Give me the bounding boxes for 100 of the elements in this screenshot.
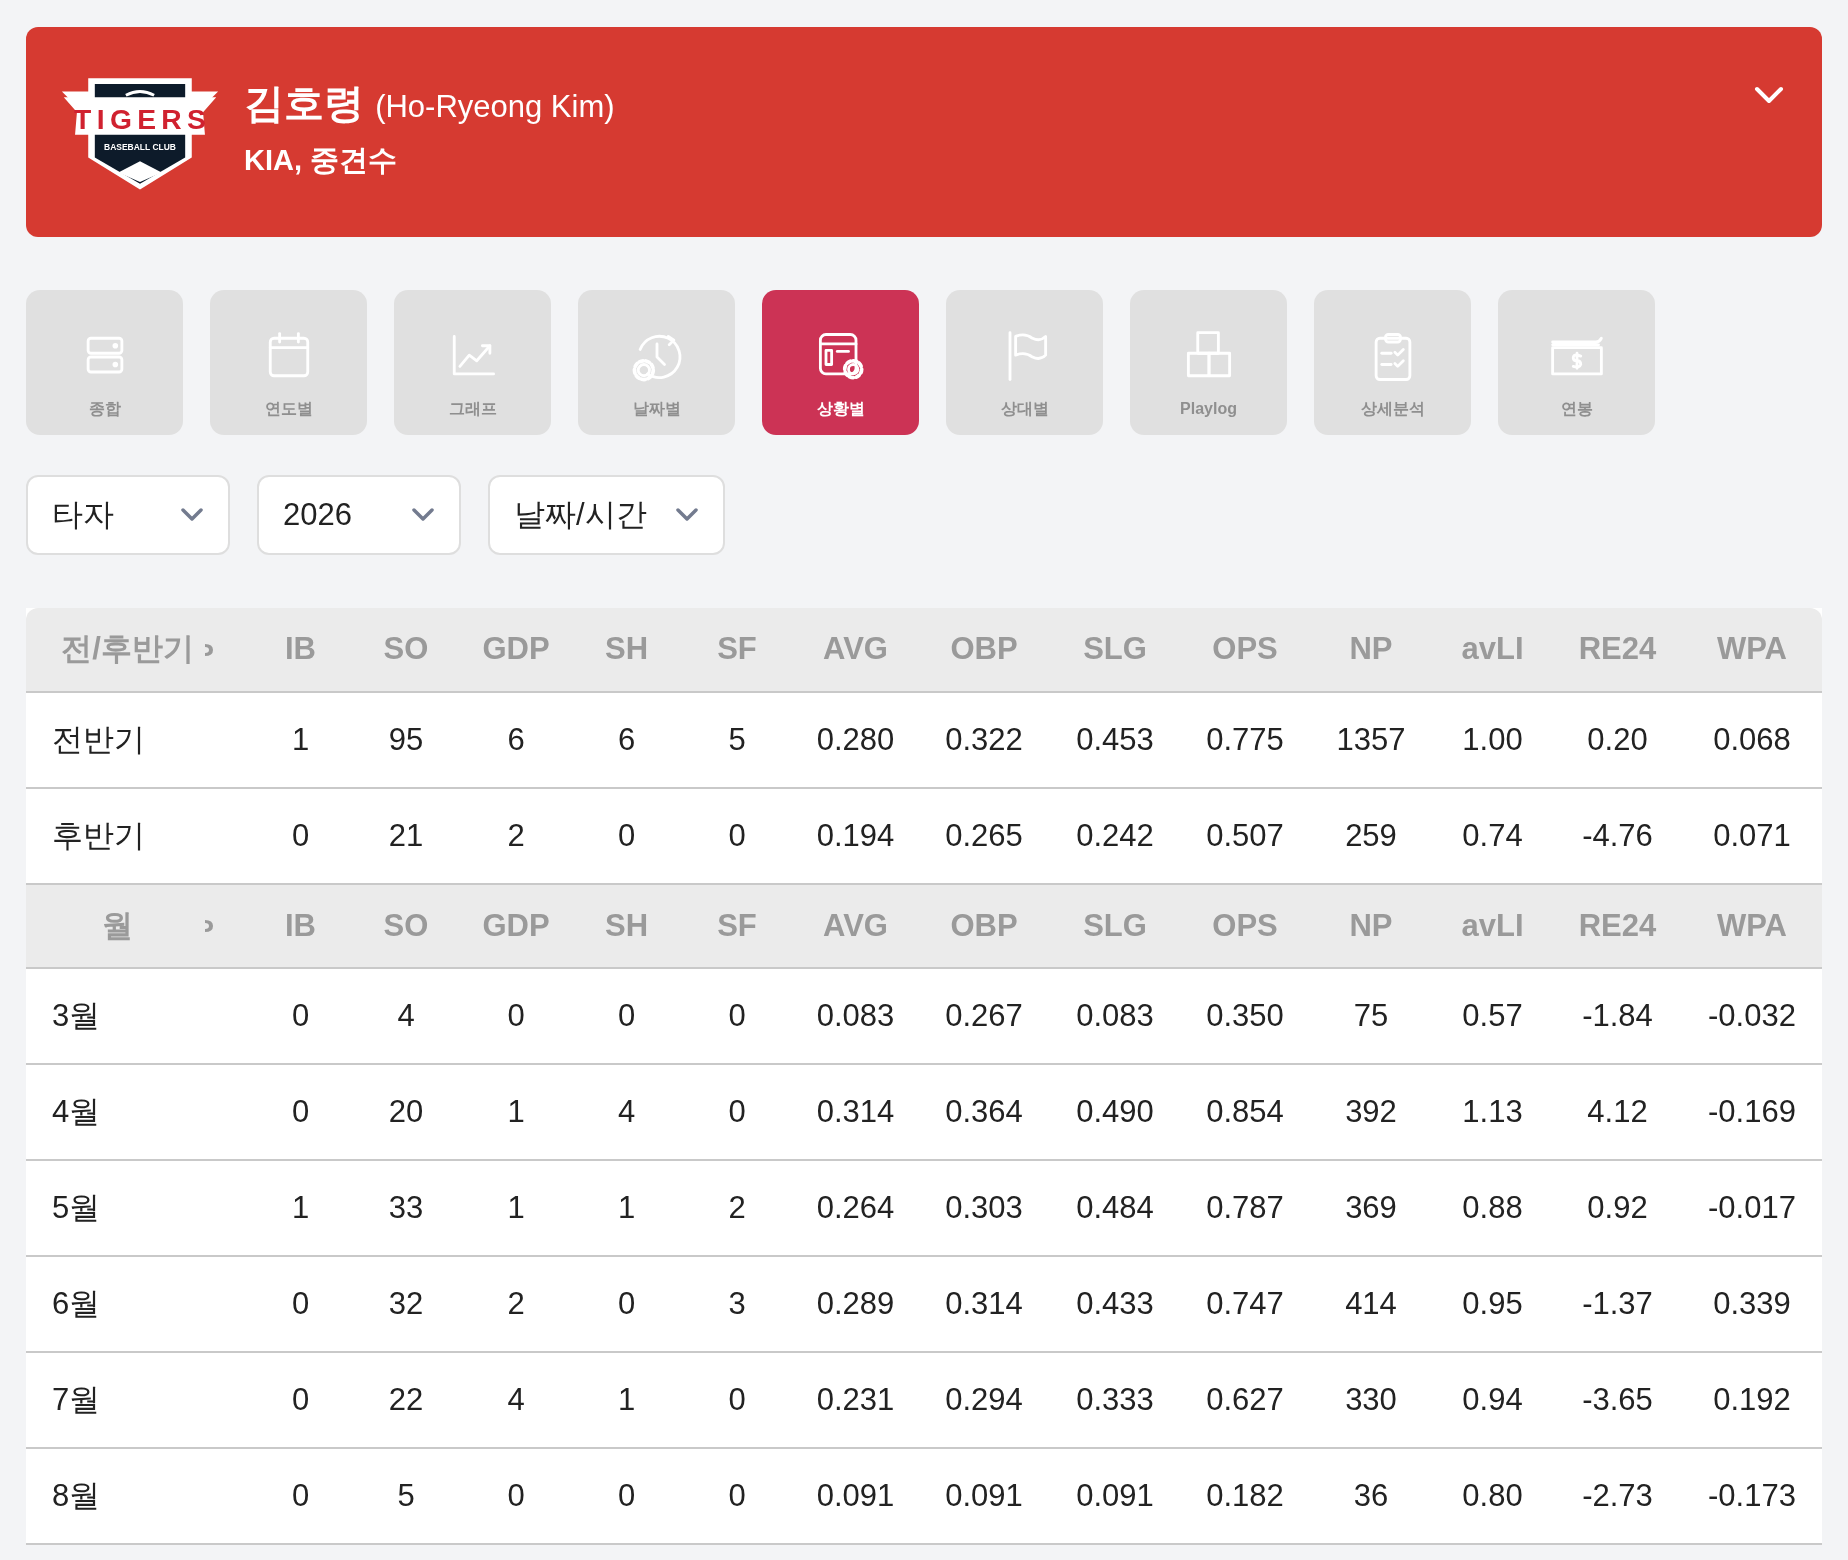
table-cell: 0: [572, 1448, 681, 1544]
stats-tab[interactable]: 상황별: [762, 290, 919, 435]
table-cell: 0.068: [1682, 692, 1822, 788]
table-cell: -3.65: [1553, 1352, 1682, 1448]
table-cell: 0.433: [1050, 1256, 1180, 1352]
stats-tab[interactable]: 연봉: [1498, 290, 1655, 435]
table-cell: 6: [572, 692, 681, 788]
column-header: WPA: [1682, 608, 1822, 692]
table-cell: 0.94: [1432, 1352, 1553, 1448]
table-cell: 36: [1310, 1448, 1432, 1544]
filter-dropdown[interactable]: 2026: [257, 475, 461, 555]
table-cell: 1: [460, 1064, 572, 1160]
table-cell: 5: [681, 692, 793, 788]
table-cell: 4: [352, 968, 460, 1064]
table-cell: 2: [681, 1160, 793, 1256]
column-header: SF: [681, 608, 793, 692]
table-cell: 0.231: [793, 1352, 918, 1448]
table-cell: 4: [572, 1064, 681, 1160]
stats-tab[interactable]: 연도별: [210, 290, 367, 435]
stats-tab[interactable]: Playlog: [1130, 290, 1287, 435]
column-header: avLI: [1432, 884, 1553, 968]
table-cell: 0.322: [918, 692, 1050, 788]
table-cell: 0.333: [1050, 1352, 1180, 1448]
chevron-down-icon: [411, 507, 435, 523]
column-header: OPS: [1180, 884, 1310, 968]
table-cell: 0.192: [1682, 1352, 1822, 1448]
table-cell: 6월: [26, 1256, 249, 1352]
column-header: OBP: [918, 608, 1050, 692]
table-cell: -2.73: [1553, 1448, 1682, 1544]
table-cell: 0.182: [1180, 1448, 1310, 1544]
column-header: GDP: [460, 608, 572, 692]
column-header: OBP: [918, 884, 1050, 968]
table-cell: 0: [249, 1064, 352, 1160]
chevron-down-icon: [180, 507, 204, 523]
table-cell: 0.091: [918, 1448, 1050, 1544]
table-cell: 0.264: [793, 1160, 918, 1256]
column-header: RE24: [1553, 884, 1682, 968]
table-cell: 4.12: [1553, 1064, 1682, 1160]
filter-dropdown[interactable]: 날짜/시간: [488, 475, 725, 555]
table-cell: 33: [352, 1160, 460, 1256]
stats-tab[interactable]: 날짜별: [578, 290, 735, 435]
column-header: SH: [572, 608, 681, 692]
table-cell: 0.091: [1050, 1448, 1180, 1544]
table-cell: 0.20: [1553, 692, 1682, 788]
table-cell: 8월: [26, 1448, 249, 1544]
column-header: SF: [681, 884, 793, 968]
table-cell: 0: [249, 1352, 352, 1448]
stats-tab[interactable]: 상대별: [946, 290, 1103, 435]
table-cell: -0.017: [1682, 1160, 1822, 1256]
table-cell: 3월: [26, 968, 249, 1064]
table-cell: 95: [352, 692, 460, 788]
column-header: 전/후반기: [60, 630, 195, 669]
column-header: NP: [1310, 884, 1432, 968]
stats-tab[interactable]: 그래프: [394, 290, 551, 435]
table-cell: 4: [460, 1352, 572, 1448]
table-cell: -0.032: [1682, 968, 1822, 1064]
column-header: NP: [1310, 608, 1432, 692]
column-header: SO: [352, 884, 460, 968]
table-cell: 0.289: [793, 1256, 918, 1352]
table-cell: 5월: [26, 1160, 249, 1256]
scroll-hint-icon: [203, 917, 215, 935]
filter-dropdown[interactable]: 타자: [26, 475, 230, 555]
table-cell: 전반기: [26, 692, 249, 788]
table-cell: 1: [249, 1160, 352, 1256]
table-cell: 0.453: [1050, 692, 1180, 788]
table-cell: 369: [1310, 1160, 1432, 1256]
table-cell: 0.747: [1180, 1256, 1310, 1352]
table-cell: 7월: [26, 1352, 249, 1448]
table-cell: 0: [681, 968, 793, 1064]
table-cell: 0.854: [1180, 1064, 1310, 1160]
stats-tab[interactable]: 종합: [26, 290, 183, 435]
table-cell: 1: [460, 1160, 572, 1256]
chevron-down-icon[interactable]: [1754, 85, 1784, 105]
column-header: avLI: [1432, 608, 1553, 692]
table-cell: -1.37: [1553, 1256, 1682, 1352]
column-header: IB: [249, 608, 352, 692]
player-team-position: KIA, 중견수: [244, 143, 399, 179]
table-cell: 0.484: [1050, 1160, 1180, 1256]
table-cell: 0.787: [1180, 1160, 1310, 1256]
table-cell: 22: [352, 1352, 460, 1448]
table-cell: 0: [681, 1064, 793, 1160]
table-cell: 0: [681, 1448, 793, 1544]
table-cell: 0.57: [1432, 968, 1553, 1064]
table-cell: 0.083: [793, 968, 918, 1064]
table-cell: -1.84: [1553, 968, 1682, 1064]
table-cell: 0.314: [918, 1256, 1050, 1352]
table-cell: 1.13: [1432, 1064, 1553, 1160]
table-cell: 0.88: [1432, 1160, 1553, 1256]
table-cell: 1: [572, 1160, 681, 1256]
table-cell: 32: [352, 1256, 460, 1352]
table-cell: 0.80: [1432, 1448, 1553, 1544]
table-cell: 3: [681, 1256, 793, 1352]
column-header: AVG: [793, 608, 918, 692]
table-cell: 0: [572, 968, 681, 1064]
column-header: SH: [572, 884, 681, 968]
table-cell: 0.314: [793, 1064, 918, 1160]
table-cell: 0.627: [1180, 1352, 1310, 1448]
stats-tab[interactable]: 상세분석: [1314, 290, 1471, 435]
table-cell: 1357: [1310, 692, 1432, 788]
table-cell: 0.303: [918, 1160, 1050, 1256]
